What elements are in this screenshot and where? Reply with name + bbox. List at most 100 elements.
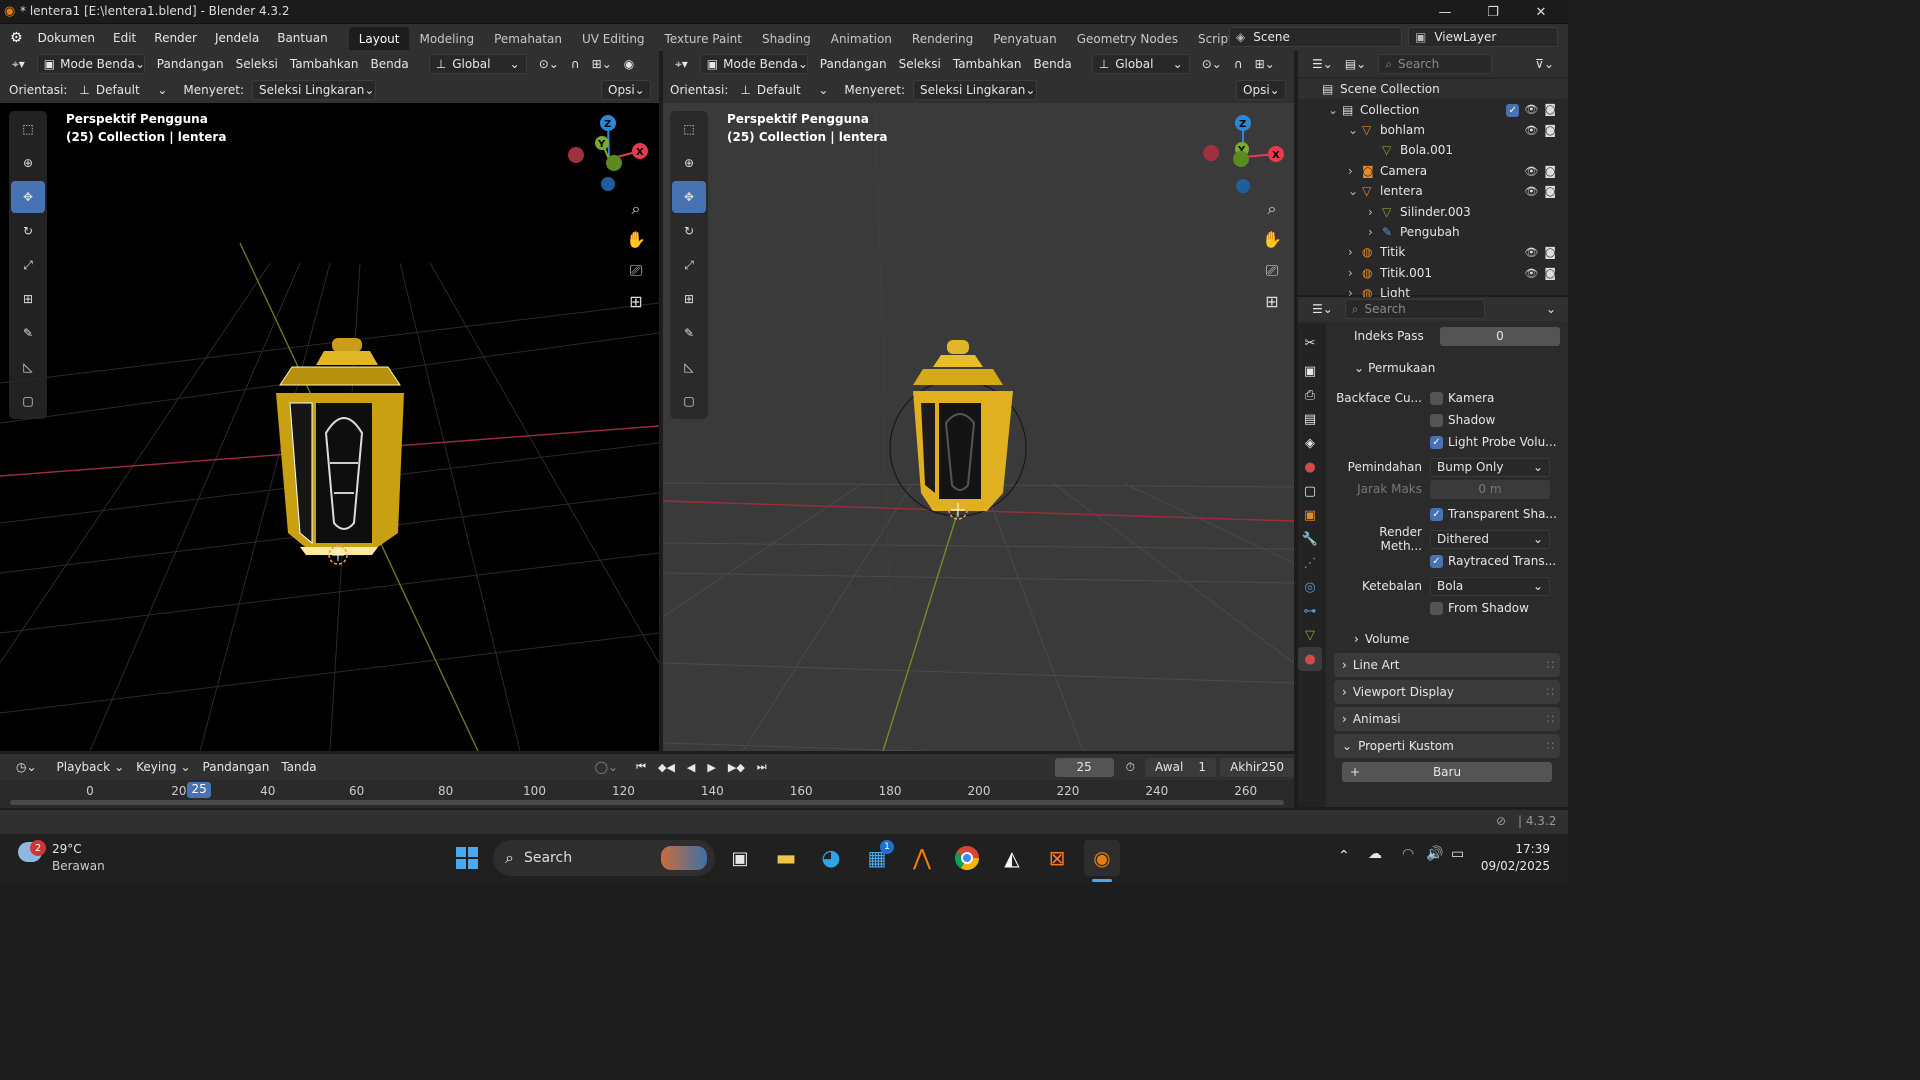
right-3d-viewport[interactable]: Perspektif Pengguna (25) Collection | le… <box>663 103 1294 751</box>
drag-handle-icon[interactable]: ∷ <box>1546 739 1554 753</box>
play-reverse-icon[interactable]: ◀ <box>681 757 701 777</box>
chevron-down-icon[interactable]: ⌄ <box>1348 184 1362 198</box>
menu-pandangan[interactable]: Pandangan <box>151 54 230 74</box>
jump-end-icon[interactable]: ⏭ <box>751 757 773 777</box>
playhead-frame-indicator[interactable]: 25 <box>187 782 212 798</box>
end-frame-field[interactable]: Akhir 250 <box>1220 757 1294 777</box>
rotate-tool-icon[interactable]: ↻ <box>11 215 45 247</box>
snap-icon[interactable]: ∩ <box>565 54 586 74</box>
volume-icon[interactable]: 🔊 <box>1426 846 1443 862</box>
output-tab-icon[interactable]: ⎙ <box>1298 383 1322 407</box>
eye-icon[interactable]: 👁 <box>1524 185 1538 198</box>
outliner-row[interactable]: ▽ Bola.001 <box>1298 140 1568 160</box>
select-tool-icon[interactable]: ⬚ <box>672 113 706 145</box>
left-3d-viewport[interactable]: Perspektif Pengguna (25) Collection | le… <box>0 103 659 751</box>
perspective-grid-icon[interactable]: ⊞ <box>1258 287 1286 315</box>
measure-tool-icon[interactable]: ◺ <box>672 351 706 383</box>
menu-tambahkan[interactable]: Tambahkan <box>947 54 1028 74</box>
new-property-button[interactable]: + Baru <box>1342 762 1552 782</box>
view-menu[interactable]: Pandangan <box>197 757 276 777</box>
scene-tab-icon[interactable]: ◈ <box>1298 431 1322 455</box>
menu-edit[interactable]: Edit <box>104 24 145 51</box>
tab-geometry-nodes[interactable]: Geometry Nodes <box>1067 27 1188 50</box>
drag-handle-icon[interactable]: ∷ <box>1546 658 1554 672</box>
chevron-right-icon[interactable]: › <box>1368 205 1382 219</box>
options-dropdown[interactable]: Opsi ⌄ <box>1236 80 1286 100</box>
menu-bantuan[interactable]: Bantuan <box>268 24 336 51</box>
chevron-down-icon[interactable]: ⌄ <box>1348 123 1362 137</box>
view-layer-tab-icon[interactable]: ▤ <box>1298 407 1322 431</box>
checkbox-camera[interactable] <box>1430 391 1443 405</box>
outliner-row[interactable]: ⌄ ▤ Collection ✓ 👁 ◙ <box>1298 99 1568 119</box>
constraints-tab-icon[interactable]: ⊶ <box>1298 599 1322 623</box>
editor-type-button[interactable]: ⌖▾ <box>669 54 694 74</box>
clock-date[interactable]: 09/02/2025 <box>1470 859 1550 873</box>
display-mode-icon[interactable]: ▤⌄ <box>1339 54 1372 74</box>
proportional-edit-icon[interactable]: ◉ <box>618 54 640 74</box>
prev-keyframe-icon[interactable]: ◆◀ <box>652 757 681 777</box>
menu-pandangan[interactable]: Pandangan <box>814 54 893 74</box>
transform-orientation-dropdown[interactable]: ⊥ Global ⌄ <box>428 54 527 74</box>
checkbox-light-probe[interactable]: ✓ <box>1430 435 1443 449</box>
menu-jendela[interactable]: Jendela <box>206 24 268 51</box>
snap-target-icon[interactable]: ⊞⌄ <box>1249 54 1281 74</box>
auto-keying-icon[interactable]: ◯⌄ <box>589 757 624 777</box>
move-tool-icon[interactable]: ✥ <box>11 181 45 213</box>
outliner-row[interactable]: ▤ Scene Collection <box>1298 79 1568 100</box>
outliner-row[interactable]: › ◍ Titik 👁 ◙ <box>1298 242 1568 262</box>
navigation-gizmo-right[interactable]: Z X Y <box>1197 111 1291 201</box>
timeline-area[interactable]: 0 20 40 60 80 100 120 140 160 180 200 220 240 260 25 <box>0 780 1294 808</box>
perspective-grid-icon[interactable]: ⊞ <box>622 287 650 315</box>
options-dropdown[interactable]: Opsi ⌄ <box>601 80 651 100</box>
drag-handle-icon[interactable]: ∷ <box>1546 685 1554 699</box>
rotate-tool-icon[interactable]: ↻ <box>672 215 706 247</box>
eye-icon[interactable]: 👁 <box>1524 165 1538 178</box>
timeline-scrollbar[interactable] <box>10 800 1284 805</box>
select-tool-icon[interactable]: ⬚ <box>11 113 45 145</box>
menu-render[interactable]: Render <box>145 24 206 51</box>
camera-view-icon[interactable]: ⎚ <box>622 257 650 285</box>
chevron-right-icon[interactable]: › <box>1368 225 1382 239</box>
maximize-button[interactable]: ❐ <box>1470 0 1516 24</box>
pivot-icon[interactable]: ⊙⌄ <box>533 54 565 74</box>
chevron-down-icon[interactable]: ⌄ <box>1540 299 1562 319</box>
show-hidden-icons-chevron-up-icon[interactable]: ⌃ <box>1338 848 1350 864</box>
outliner-row[interactable]: › ✎ Pengubah <box>1298 222 1568 242</box>
chevron-right-icon[interactable]: › <box>1348 164 1362 178</box>
chevron-right-icon[interactable]: › <box>1348 245 1362 259</box>
cursor-tool-icon[interactable]: ⊕ <box>11 147 45 179</box>
playback-menu[interactable]: Playback ⌄ <box>51 757 131 777</box>
outliner-row[interactable]: ⌄ ▽ bohlam 👁 ◙ <box>1298 120 1568 140</box>
snap-icon[interactable]: ∩ <box>1228 54 1249 74</box>
data-tab-icon[interactable]: ▽ <box>1298 623 1322 647</box>
mode-dropdown[interactable]: ▣ Mode Benda ⌄ <box>36 54 145 74</box>
render-tab-icon[interactable]: ▣ <box>1298 359 1322 383</box>
transform-orientation-dropdown[interactable]: ⊥ Global ⌄ <box>1091 54 1190 74</box>
chevron-down-icon[interactable]: ⌄ <box>1328 103 1342 117</box>
outliner-row[interactable]: › ▽ Silinder.003 <box>1298 201 1568 221</box>
edge-browser-icon[interactable]: ◕ <box>813 840 849 876</box>
pivot-icon[interactable]: ⊙⌄ <box>1196 54 1228 74</box>
render-camera-icon[interactable]: ◙ <box>1544 102 1556 116</box>
current-frame-field[interactable]: 25 <box>1054 757 1114 777</box>
outliner-row[interactable]: › ◙ Camera 👁 ◙ <box>1298 161 1568 181</box>
measure-tool-icon[interactable]: ◺ <box>11 351 45 383</box>
keying-menu[interactable]: Keying ⌄ <box>130 757 196 777</box>
particles-tab-icon[interactable]: ⋰ <box>1298 551 1322 575</box>
tab-penyatuan[interactable]: Penyatuan <box>983 27 1067 50</box>
vpn-icon[interactable]: ☁ <box>1368 846 1382 862</box>
tab-shading[interactable]: Shading <box>752 27 821 50</box>
scale-tool-icon[interactable]: ⤢ <box>11 249 45 281</box>
menu-benda[interactable]: Benda <box>365 54 415 74</box>
modifier-tab-icon[interactable]: 🔧 <box>1298 527 1322 551</box>
render-camera-icon[interactable]: ◙ <box>1544 164 1556 178</box>
orientation-dropdown[interactable]: ⊥ Default ⌄ <box>734 80 834 100</box>
tab-layout[interactable]: Layout <box>348 27 410 50</box>
xampp-icon[interactable]: ⊠ <box>1039 840 1075 876</box>
drag-handle-icon[interactable]: ∷ <box>1546 712 1554 726</box>
outliner-row[interactable]: ⌄ ▽ lentera 👁 ◙ <box>1298 181 1568 201</box>
viewport-display-panel[interactable]: › Viewport Display ∷ <box>1334 680 1560 704</box>
material-tab-icon[interactable]: ● <box>1298 647 1322 671</box>
menu-seleksi[interactable]: Seleksi <box>230 54 284 74</box>
timeline-editor-type-icon[interactable]: ◷⌄ <box>10 757 43 777</box>
